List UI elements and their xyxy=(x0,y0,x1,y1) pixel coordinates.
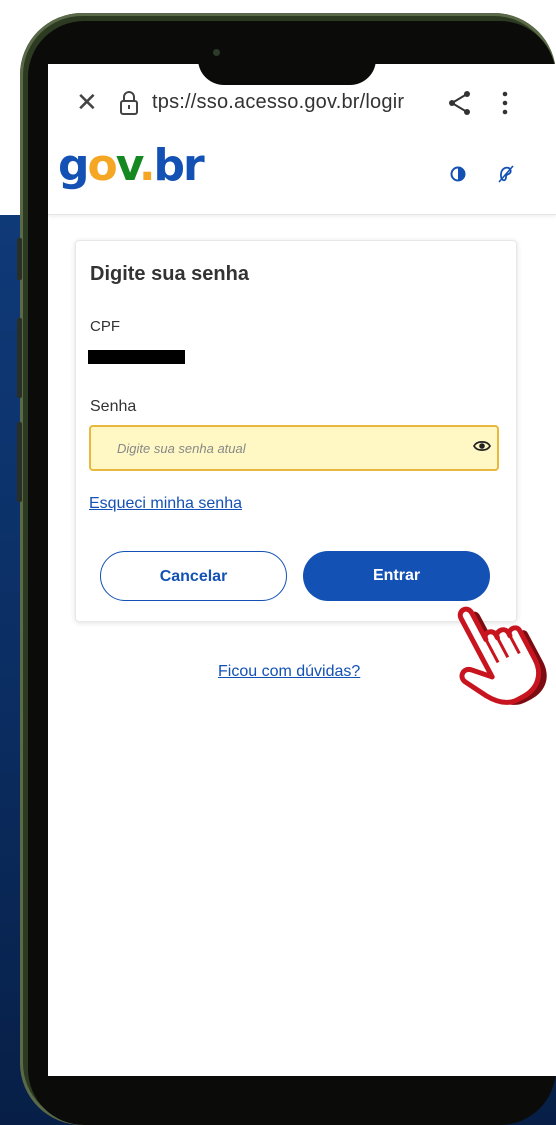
logo-letter: . xyxy=(138,140,156,191)
logo-letter: v xyxy=(115,140,141,191)
cpf-label: CPF xyxy=(90,318,120,335)
forgot-password-link[interactable]: Esqueci minha senha xyxy=(89,495,242,513)
phone-screen: ✕ tps://sso.acesso.gov.br/logir gov.br D… xyxy=(48,64,556,1076)
cancel-button[interactable]: Cancelar xyxy=(100,551,287,601)
phone-side-button xyxy=(17,422,22,502)
front-camera xyxy=(213,49,220,56)
cpf-value-redacted xyxy=(88,350,185,364)
contrast-icon[interactable] xyxy=(450,166,466,187)
phone-notch xyxy=(198,33,376,85)
logo-letter: br xyxy=(153,140,205,191)
card-title: Digite sua senha xyxy=(90,263,249,285)
hand-pointer-cursor-icon xyxy=(436,584,556,721)
password-label: Senha xyxy=(90,398,137,415)
url-text[interactable]: tps://sso.acesso.gov.br/logir xyxy=(152,91,432,114)
gov-br-logo[interactable]: gov.br xyxy=(58,136,205,196)
login-card: Digite sua senha CPF Senha Esqueci minha… xyxy=(75,240,517,622)
site-header: gov.br xyxy=(48,132,556,215)
logo-letter: o xyxy=(87,140,118,191)
share-icon[interactable] xyxy=(446,88,474,123)
password-input[interactable] xyxy=(91,427,477,469)
password-field xyxy=(89,425,499,471)
help-link[interactable]: Ficou com dúvidas? xyxy=(218,663,360,681)
more-vert-icon[interactable] xyxy=(499,88,511,123)
phone-side-button xyxy=(17,318,22,398)
lock-icon[interactable] xyxy=(118,90,140,121)
logo-letter: g xyxy=(58,140,89,191)
close-icon[interactable]: ✕ xyxy=(76,89,98,115)
eye-icon[interactable] xyxy=(472,439,492,458)
accessibility-hands-icon[interactable] xyxy=(496,164,516,189)
phone-side-button xyxy=(17,238,22,280)
